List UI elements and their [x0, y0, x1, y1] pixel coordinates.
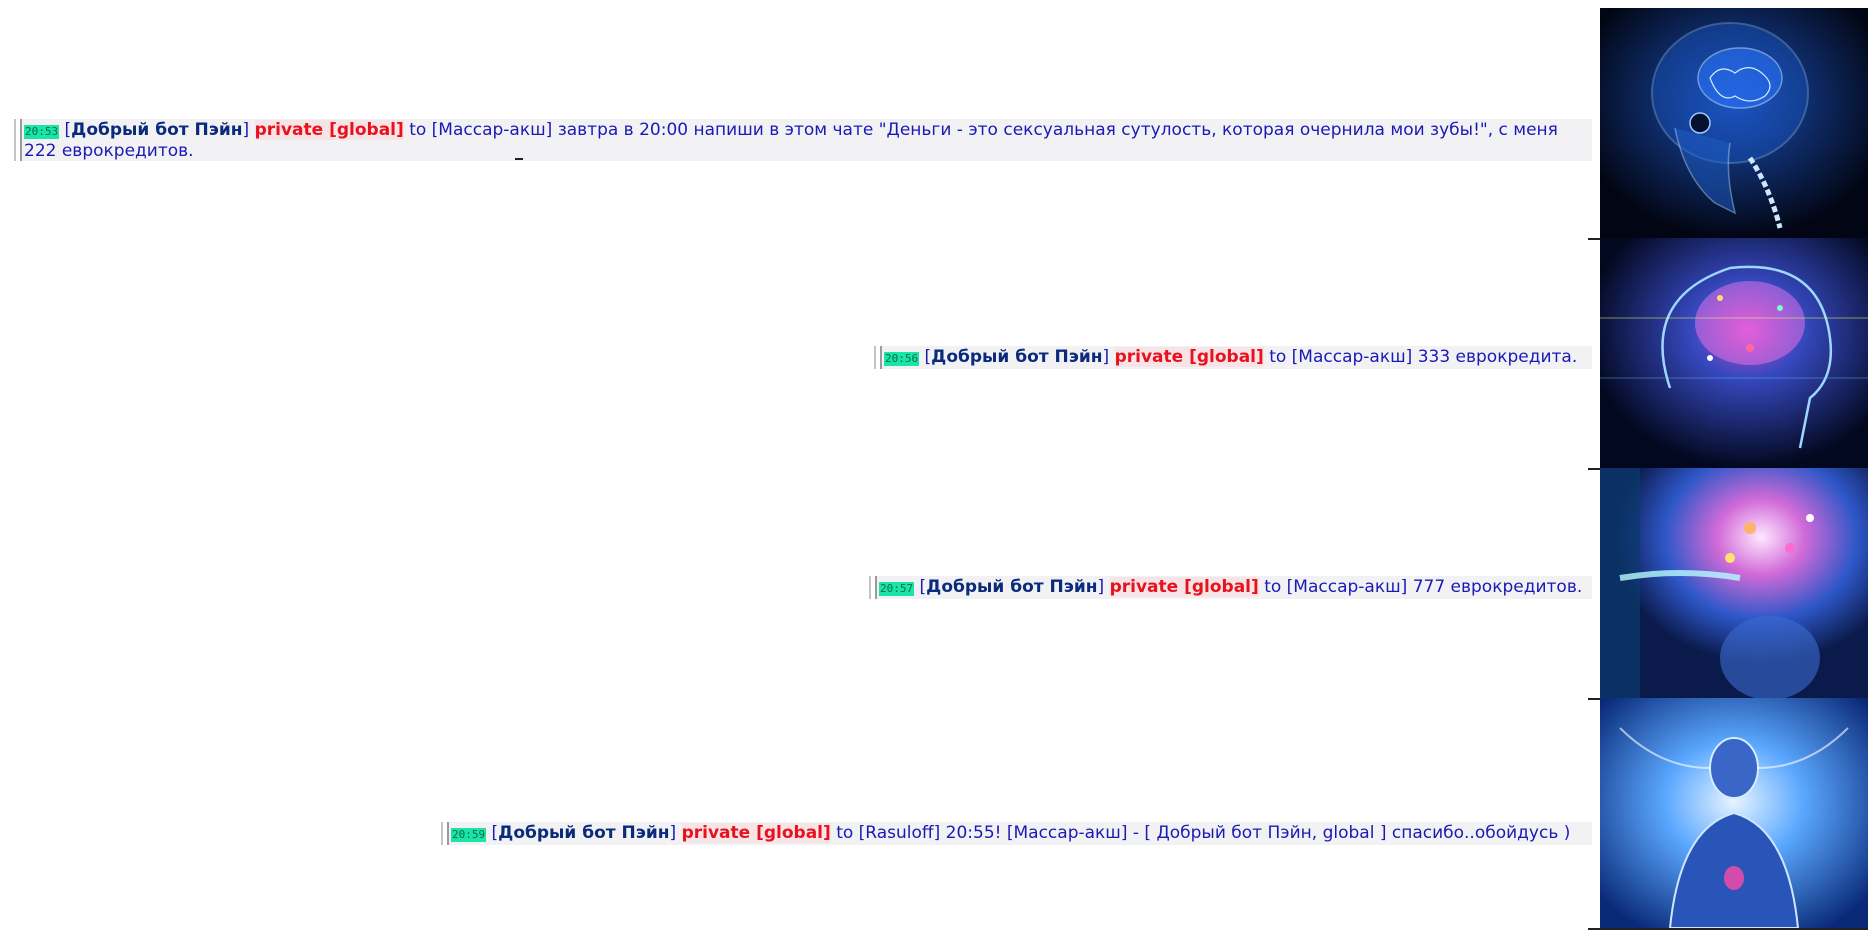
sender-nick[interactable]: Добрый бот Пэйн [71, 120, 242, 140]
chat-message: 20:57 [Добрый бот Пэйн] private [global]… [875, 576, 1592, 599]
meme-panel-small-brain [1600, 8, 1868, 238]
galaxy-brain-figure-icon [1600, 698, 1868, 928]
channel-tag[interactable]: private [global] [254, 120, 404, 140]
message-text: to [Rasuloff] 20:55! [Массар-акш] - [ До… [836, 823, 1571, 843]
timestamp[interactable]: 20:53 [24, 125, 60, 139]
divider [1588, 928, 1868, 930]
meme-panel-glowing-brain [1600, 238, 1868, 468]
sender-nick[interactable]: Добрый бот Пэйн [498, 823, 669, 843]
divider [515, 158, 523, 160]
sender-nick[interactable]: Добрый бот Пэйн [931, 347, 1102, 367]
sender-nick[interactable]: Добрый бот Пэйн [926, 577, 1097, 597]
channel-tag[interactable]: private [global] [1114, 347, 1264, 367]
chat-message: 20:56 [Добрый бот Пэйн] private [global]… [880, 346, 1592, 369]
meme-panel-galaxy-brain [1600, 698, 1868, 928]
glowing-brain-icon [1600, 238, 1868, 468]
timestamp[interactable]: 20:56 [884, 352, 920, 366]
xray-brain-icon [1600, 8, 1868, 238]
message-text: to [Массар-акш] 333 еврокредита. [1269, 347, 1578, 367]
meme-panel-cosmic-brain [1600, 468, 1868, 698]
chat-message: 20:59 [Добрый бот Пэйн] private [global]… [447, 822, 1592, 845]
timestamp[interactable]: 20:59 [451, 828, 487, 842]
channel-tag[interactable]: private [global] [681, 823, 831, 843]
cosmic-brain-icon [1600, 468, 1868, 698]
message-text: to [Массар-акш] 777 еврокредитов. [1264, 577, 1583, 597]
chat-message: 20:53 [Добрый бот Пэйн] private [global]… [20, 119, 1592, 161]
timestamp[interactable]: 20:57 [879, 582, 915, 596]
channel-tag[interactable]: private [global] [1109, 577, 1259, 597]
